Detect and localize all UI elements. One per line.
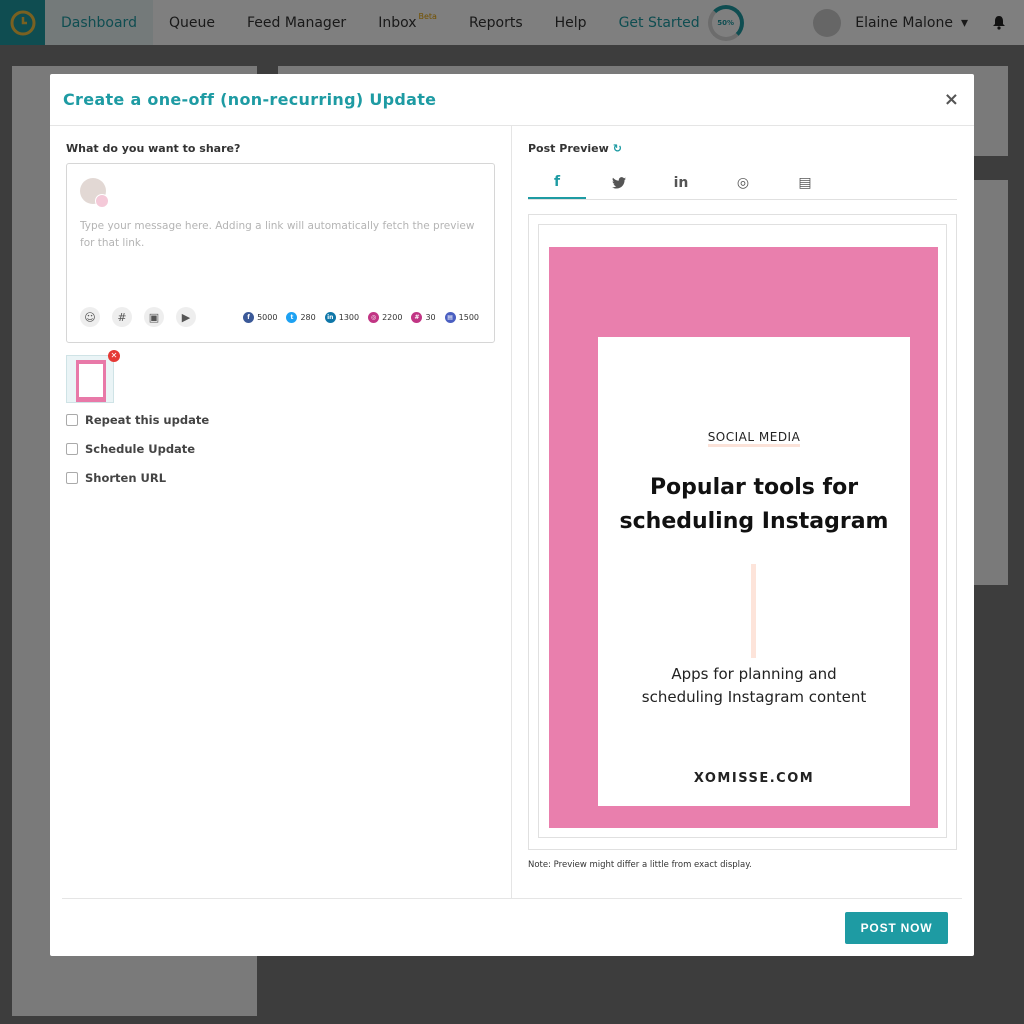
linkedin-icon: in bbox=[324, 312, 336, 323]
hashtag-count-icon: # bbox=[411, 312, 423, 323]
facebook-icon: f bbox=[553, 174, 561, 190]
option-label: Schedule Update bbox=[85, 442, 196, 456]
preview-column: Post Preview ↻ f in ◎ ▤ SOCIAL MEDIA Pop… bbox=[528, 142, 958, 870]
compose-column: What do you want to share? ☺ # ▣ ▶ f5000… bbox=[66, 142, 496, 485]
google-business-icon: ▤ bbox=[444, 312, 456, 323]
shorten-url-checkbox[interactable] bbox=[66, 472, 78, 484]
close-button[interactable]: × bbox=[944, 89, 961, 110]
counter-value: 1300 bbox=[338, 313, 360, 322]
option-schedule[interactable]: Schedule Update bbox=[66, 442, 496, 456]
counter-value: 5000 bbox=[257, 313, 278, 322]
share-label: What do you want to share? bbox=[66, 142, 241, 155]
google-business-icon: ▤ bbox=[798, 175, 812, 191]
counter-twitter: t 280 bbox=[286, 312, 316, 323]
counter-value: 2200 bbox=[382, 313, 403, 322]
preview-label: Post Preview ↻ bbox=[528, 142, 958, 155]
card-footer: XOMISSE.COM bbox=[693, 771, 815, 786]
message-input[interactable] bbox=[80, 218, 480, 258]
counter-hashtag: #30 bbox=[411, 312, 436, 323]
option-shorten-url[interactable]: Shorten URL bbox=[66, 471, 496, 485]
post-now-button[interactable]: POST NOW bbox=[845, 912, 948, 944]
character-counters: f 5000 t 280 in 1300 ◎ 2200 #30 ▤ 1500 bbox=[243, 312, 479, 323]
instagram-badge-icon bbox=[95, 194, 109, 208]
facebook-icon: f bbox=[243, 312, 255, 323]
network-tabs: f in ◎ ▤ bbox=[528, 167, 957, 200]
counter-instagram: ◎ 2200 bbox=[368, 312, 402, 323]
twitter-icon bbox=[612, 177, 626, 189]
video-button[interactable]: ▶ bbox=[176, 307, 196, 327]
emoji-icon: ☺ bbox=[84, 310, 96, 324]
schedule-checkbox[interactable] bbox=[66, 443, 78, 455]
attachment-image bbox=[76, 360, 106, 402]
tab-twitter[interactable] bbox=[590, 167, 648, 199]
emoji-button[interactable]: ☺ bbox=[80, 307, 100, 327]
footer-divider bbox=[62, 898, 962, 899]
card-title-line: scheduling Instagram bbox=[619, 509, 889, 535]
card-title: Popular tools for scheduling Instagram bbox=[598, 471, 910, 539]
tab-instagram[interactable]: ◎ bbox=[714, 167, 772, 199]
modal-header: Create a one-off (non-recurring) Update … bbox=[50, 74, 974, 126]
card-kicker-text: SOCIAL MEDIA bbox=[707, 430, 801, 447]
card-subtitle-line: Apps for planning and bbox=[671, 665, 837, 683]
card-subtitle: Apps for planning and scheduling Instagr… bbox=[598, 663, 910, 710]
refresh-icon[interactable]: ↻ bbox=[613, 142, 622, 155]
counter-value: 1500 bbox=[458, 313, 479, 322]
composer-toolbar: ☺ # ▣ ▶ bbox=[80, 307, 196, 327]
preview-frame: SOCIAL MEDIA Popular tools for schedulin… bbox=[528, 214, 957, 850]
card-accent-bar bbox=[751, 564, 756, 658]
counter-google-business: ▤ 1500 bbox=[444, 312, 479, 323]
create-update-modal: Create a one-off (non-recurring) Update … bbox=[50, 74, 974, 956]
option-label: Shorten URL bbox=[85, 471, 167, 485]
tab-facebook[interactable]: f bbox=[528, 167, 586, 199]
counter-linkedin: in 1300 bbox=[324, 312, 360, 323]
option-repeat[interactable]: Repeat this update bbox=[66, 413, 496, 427]
twitter-icon: t bbox=[286, 312, 298, 323]
preview-image: SOCIAL MEDIA Popular tools for schedulin… bbox=[549, 247, 938, 828]
modal-title: Create a one-off (non-recurring) Update bbox=[63, 90, 437, 109]
remove-attachment-icon[interactable]: ✕ bbox=[108, 350, 120, 362]
option-label: Repeat this update bbox=[85, 413, 210, 427]
preview-post: SOCIAL MEDIA Popular tools for schedulin… bbox=[538, 224, 947, 838]
card-kicker: SOCIAL MEDIA bbox=[598, 430, 910, 447]
preview-label-text: Post Preview bbox=[528, 142, 609, 155]
card-title-line: Popular tools for bbox=[649, 475, 859, 500]
attachment-thumbnail[interactable]: ✕ bbox=[66, 350, 120, 403]
hashtag-button[interactable]: # bbox=[112, 307, 132, 327]
video-icon: ▶ bbox=[181, 310, 191, 324]
image-icon: ▣ bbox=[148, 310, 160, 324]
hashtag-icon: # bbox=[117, 310, 127, 324]
image-button[interactable]: ▣ bbox=[144, 307, 164, 327]
tab-linkedin[interactable]: in bbox=[652, 167, 710, 199]
message-composer[interactable]: ☺ # ▣ ▶ f5000 t280 in1300 ◎2200 #30 ▤150… bbox=[66, 163, 495, 343]
preview-note: Note: Preview might differ a little from… bbox=[528, 860, 752, 870]
tab-google-business[interactable]: ▤ bbox=[776, 167, 834, 199]
instagram-icon: ◎ bbox=[736, 175, 750, 191]
counter-facebook: f 5000 bbox=[243, 312, 277, 323]
repeat-checkbox[interactable] bbox=[66, 414, 78, 426]
preview-card: SOCIAL MEDIA Popular tools for schedulin… bbox=[598, 337, 910, 806]
instagram-icon: ◎ bbox=[368, 312, 380, 323]
card-subtitle-line: scheduling Instagram content bbox=[641, 688, 867, 707]
column-divider bbox=[511, 126, 512, 899]
linkedin-icon: in bbox=[673, 175, 689, 191]
counter-value: 30 bbox=[425, 313, 436, 322]
counter-value: 280 bbox=[300, 313, 316, 322]
